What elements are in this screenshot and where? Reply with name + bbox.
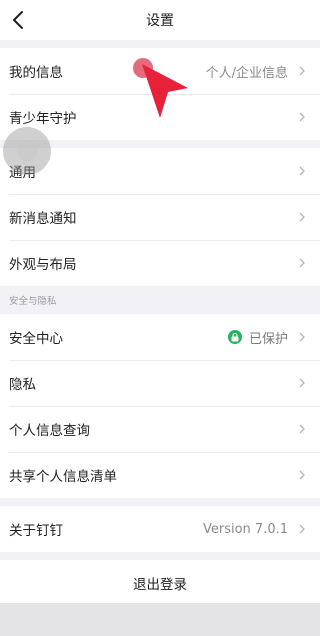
chevron-right-icon: [298, 469, 306, 481]
chevron-right-icon: [298, 377, 306, 389]
spacer: [0, 552, 320, 560]
settings-item-appearance[interactable]: 外观与布局: [0, 240, 320, 286]
settings-item-label: 关于钉钉: [9, 523, 63, 539]
section-header-security: 安全与隐私: [0, 286, 320, 314]
settings-item-label: 隐私: [9, 377, 36, 393]
section-header-label: 安全与隐私: [9, 296, 57, 307]
chevron-left-icon: [13, 11, 23, 29]
chevron-right-icon: [298, 111, 306, 123]
logout-button[interactable]: 退出登录: [0, 560, 320, 606]
settings-group-security: 安全中心 已保护 隐私 个人信息查询 共享个人信息清单: [0, 314, 320, 498]
spacer: [0, 498, 320, 506]
settings-item-shared-info-list[interactable]: 共享个人信息清单: [0, 452, 320, 498]
settings-item-security-center[interactable]: 安全中心 已保护: [0, 314, 320, 360]
chevron-right-icon: [298, 523, 306, 535]
page-title: 设置: [146, 13, 174, 29]
status-text: 已保护: [248, 331, 288, 347]
settings-item-notifications[interactable]: 新消息通知: [0, 194, 320, 240]
settings-item-personal-info-query[interactable]: 个人信息查询: [0, 406, 320, 452]
settings-item-label: 个人信息查询: [9, 423, 90, 439]
chevron-right-icon: [298, 257, 306, 269]
settings-item-label: 通用: [9, 165, 36, 181]
version-text: Version 7.0.1: [202, 521, 288, 537]
chevron-right-icon: [298, 65, 306, 77]
lock-icon: [227, 330, 242, 344]
status-badge: 已保护: [227, 328, 288, 347]
chevron-right-icon: [298, 423, 306, 435]
settings-item-label: 共享个人信息清单: [9, 469, 117, 485]
chevron-right-icon: [298, 331, 306, 343]
back-button[interactable]: [6, 7, 30, 33]
settings-item-label: 新消息通知: [9, 211, 77, 227]
spacer: [0, 40, 320, 48]
chevron-right-icon: [298, 165, 306, 177]
settings-group-general: 通用 新消息通知 外观与布局: [0, 148, 320, 286]
settings-item-label: 外观与布局: [9, 257, 77, 273]
settings-item-value: 个人/企业信息: [205, 65, 288, 81]
logout-label: 退出登录: [133, 577, 187, 593]
pointer-arrow-icon: [142, 64, 188, 118]
chevron-right-icon: [298, 211, 306, 223]
settings-item-label: 安全中心: [9, 331, 63, 347]
bottom-area: [0, 603, 320, 636]
top-nav-bar: 设置: [0, 0, 320, 40]
touch-indicator: [3, 127, 51, 175]
settings-item-privacy[interactable]: 隐私: [0, 360, 320, 406]
settings-group-about: 关于钉钉 Version 7.0.1: [0, 506, 320, 552]
settings-item-about[interactable]: 关于钉钉 Version 7.0.1: [0, 506, 320, 552]
